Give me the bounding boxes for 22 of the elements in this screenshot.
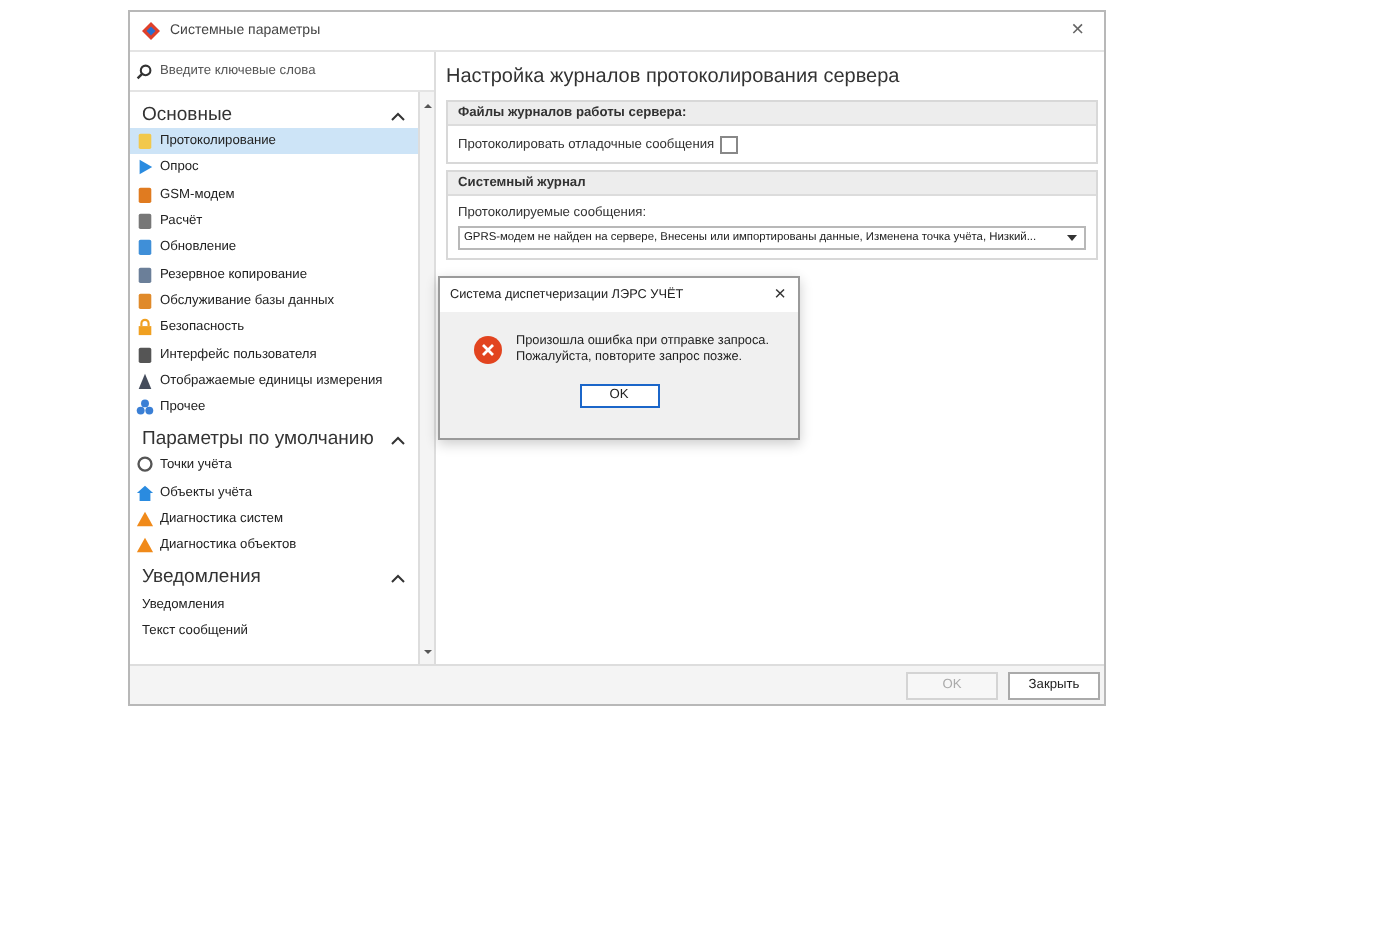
scrollbar[interactable]: [418, 92, 434, 664]
error-icon: [474, 336, 502, 365]
page-title: Настройка журналов протоколирования сервера: [446, 64, 902, 92]
collapse-caret-icon[interactable]: [390, 433, 406, 446]
close-button[interactable]: ×: [1063, 20, 1092, 42]
search-icon: [136, 63, 152, 79]
section-header: Параметры по умолчанию: [142, 428, 374, 451]
dropdown-caret-icon: [1066, 234, 1078, 242]
cubes-icon: [136, 398, 154, 417]
house-icon: [136, 483, 154, 502]
app-logo-icon: [142, 22, 160, 40]
collapse-caret-icon[interactable]: [390, 571, 406, 584]
lock-icon: [136, 318, 154, 337]
play-icon: [136, 158, 154, 177]
section-header: Основные: [142, 104, 233, 126]
location-pin-icon: [136, 456, 154, 475]
collapse-caret-icon[interactable]: [390, 109, 406, 121]
scroll-down-icon[interactable]: [421, 646, 433, 658]
checkbox[interactable]: [720, 136, 739, 154]
close-button[interactable]: ×: [770, 285, 790, 305]
section-header: Уведомления: [142, 566, 261, 589]
scroll-up-icon[interactable]: [421, 100, 433, 112]
